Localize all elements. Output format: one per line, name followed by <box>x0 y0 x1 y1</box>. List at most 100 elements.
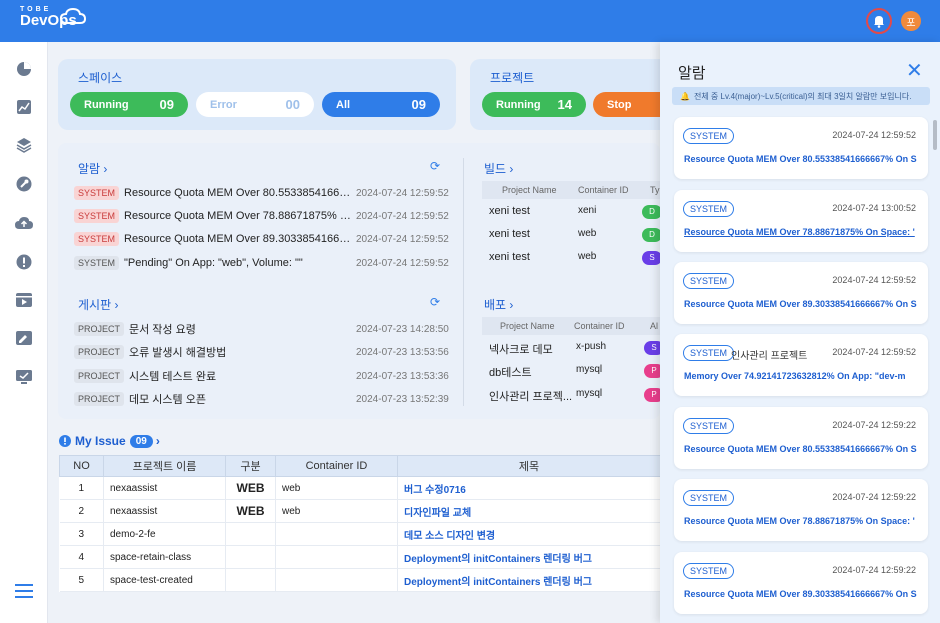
deploy-row[interactable]: 인사관리 프로젝... mysql P <box>482 384 664 406</box>
build-row[interactable]: xeni test web D <box>482 224 662 246</box>
build-row[interactable]: xeni test xeni D <box>482 201 662 223</box>
alarm-card[interactable]: SYSTEM 2024-07-24 12:59:52 Resource Quot… <box>674 262 928 324</box>
board-text: 데모 시스템 오픈 <box>129 394 206 406</box>
board-time: 2024-07-23 14:28:50 <box>356 323 449 335</box>
table-row[interactable]: 1 nexaassist WEB web 버그 수정0716 <box>59 476 661 500</box>
deploy-project: 넥사크로 데모 <box>489 344 553 356</box>
alarm-panel-title: 알람 <box>678 65 706 82</box>
deploy-project: db테스트 <box>489 367 532 379</box>
system-tag: SYSTEM <box>683 563 735 579</box>
cell-title-link[interactable]: Deployment의 initContainers 렌더링 버그 <box>397 568 661 592</box>
system-tag: SYSTEM <box>683 345 735 361</box>
cell-type <box>225 545 276 569</box>
dashboard-pie-icon[interactable] <box>14 59 34 79</box>
build-container: web <box>578 228 597 239</box>
alarm-card[interactable]: SYSTEM 2024-07-24 13:00:52 Resource Quot… <box>674 190 928 252</box>
space-error-count: 00 <box>285 97 300 112</box>
alarm-row[interactable]: SYSTEM Resource Quota MEM Over 89.303385… <box>74 230 449 248</box>
deploy-row[interactable]: db테스트 mysql P <box>482 360 664 382</box>
build-header-project: Project Name <box>502 185 557 195</box>
cell-no: 2 <box>59 499 104 523</box>
bell-small-icon: 🔔 <box>680 91 690 101</box>
alarm-card-message: Resource Quota MEM Over 89.3033854166666… <box>684 299 917 309</box>
board-text: 문서 작성 요령 <box>129 324 196 336</box>
my-issue-count: 09 <box>129 434 153 448</box>
project-title: 프로젝트 <box>490 71 535 85</box>
project-running-pill[interactable]: Running 14 <box>482 92 586 117</box>
alarm-section-title[interactable]: 알람 › <box>78 160 107 177</box>
alarm-card-message: Resource Quota MEM Over 78.88671875% On … <box>684 227 915 237</box>
info-icon <box>59 435 71 447</box>
space-all-pill[interactable]: All 09 <box>322 92 440 117</box>
wrench-icon[interactable] <box>14 174 34 194</box>
media-icon[interactable] <box>14 290 34 310</box>
cell-container: web <box>275 499 398 523</box>
system-tag: SYSTEM <box>74 256 120 270</box>
alarm-notice-text: 전체 중 Lv.4(major)~Lv.5(critical)의 최대 3일치 … <box>693 91 912 101</box>
cloud-upload-icon[interactable] <box>14 213 34 233</box>
space-all-label: All <box>336 98 351 111</box>
alert-icon[interactable] <box>14 252 34 272</box>
cell-type: WEB <box>225 476 276 500</box>
chart-icon[interactable] <box>14 97 34 117</box>
alarm-text: "Pending" On App: "web", Volume: "" <box>124 257 303 269</box>
user-avatar[interactable]: 포 <box>901 11 921 31</box>
cell-title-link[interactable]: 버그 수정0716 <box>397 476 661 500</box>
monitor-icon[interactable] <box>14 367 34 387</box>
close-icon[interactable]: ✕ <box>906 58 923 83</box>
cell-type <box>225 522 276 546</box>
space-error-pill[interactable]: Error 00 <box>196 92 314 117</box>
col-project: 프로젝트 이름 <box>103 455 226 477</box>
alarm-row[interactable]: SYSTEM Resource Quota MEM Over 78.886718… <box>74 207 449 225</box>
project-tag: PROJECT <box>74 369 125 383</box>
deploy-header-al: Al <box>650 321 659 331</box>
alarm-card-time: 2024-07-24 12:59:52 <box>832 130 916 140</box>
edit-board-icon[interactable] <box>14 328 34 348</box>
panel-divider <box>463 158 464 406</box>
col-no: NO <box>59 455 104 477</box>
board-row[interactable]: PROJECT 데모 시스템 오픈 2024-07-23 13:52:39 <box>74 390 449 408</box>
project-running-count: 14 <box>557 97 572 112</box>
project-tag: PROJECT <box>74 322 125 336</box>
table-row[interactable]: 4 space-retain-class Deployment의 initCon… <box>59 545 661 569</box>
table-row[interactable]: 2 nexaassist WEB web 디자인파일 교체 <box>59 499 661 523</box>
cell-title-link[interactable]: 디자인파일 교체 <box>397 499 661 523</box>
deploy-header-container: Container ID <box>574 321 625 331</box>
refresh-board-icon[interactable]: ⟳ <box>430 295 440 309</box>
board-row[interactable]: PROJECT 오류 발생시 해결방법 2024-07-23 13:53:56 <box>74 343 449 361</box>
board-row[interactable]: PROJECT 시스템 테스트 완료 2024-07-23 13:53:36 <box>74 367 449 385</box>
app-logo[interactable]: TOBE DevOps <box>20 6 86 29</box>
board-text: 시스템 테스트 완료 <box>129 371 217 383</box>
cell-title-link[interactable]: 데모 소스 디자인 변경 <box>397 522 661 546</box>
project-running-label: Running <box>496 98 541 111</box>
col-title: 제목 <box>397 455 661 477</box>
my-issue-title[interactable]: My Issue 09 › <box>59 434 160 448</box>
alarm-scrollbar[interactable] <box>933 120 937 150</box>
alarm-card[interactable]: SYSTEM 인사관리 프로젝트 2024-07-24 12:59:52 Mem… <box>674 334 928 396</box>
build-row[interactable]: xeni test web S <box>482 247 662 269</box>
build-section-title[interactable]: 빌드 › <box>484 160 513 177</box>
table-row[interactable]: 5 space-test-created Deployment의 initCon… <box>59 568 661 592</box>
project-tag: PROJECT <box>74 345 125 359</box>
deploy-section-title[interactable]: 배포 › <box>484 296 513 313</box>
table-row[interactable]: 3 demo-2-fe 데모 소스 디자인 변경 <box>59 522 661 546</box>
space-running-label: Running <box>84 98 129 111</box>
notification-bell-button[interactable] <box>866 8 892 34</box>
refresh-alarm-icon[interactable]: ⟳ <box>430 159 440 173</box>
cell-title-link[interactable]: Deployment의 initContainers 렌더링 버그 <box>397 545 661 569</box>
cell-project: nexaassist <box>103 499 226 523</box>
alarm-row[interactable]: SYSTEM Resource Quota MEM Over 80.553385… <box>74 184 449 202</box>
board-row[interactable]: PROJECT 문서 작성 요령 2024-07-23 14:28:50 <box>74 320 449 338</box>
alarm-card[interactable]: SYSTEM 2024-07-24 12:59:22 Resource Quot… <box>674 479 928 541</box>
alarm-card[interactable]: SYSTEM 2024-07-24 12:59:22 Resource Quot… <box>674 407 928 469</box>
deploy-row[interactable]: 넥사크로 데모 x-push S <box>482 337 664 359</box>
layers-icon[interactable] <box>14 135 34 155</box>
menu-hamburger-icon[interactable] <box>14 581 34 601</box>
alarm-card[interactable]: SYSTEM 2024-07-24 12:59:22 Resource Quot… <box>674 552 928 614</box>
space-running-pill[interactable]: Running 09 <box>70 92 188 117</box>
cell-project: demo-2-fe <box>103 522 226 546</box>
alarm-row[interactable]: SYSTEM "Pending" On App: "web", Volume: … <box>74 254 449 272</box>
alarm-card[interactable]: SYSTEM 2024-07-24 12:59:52 Resource Quot… <box>674 117 928 179</box>
alarm-card-time: 2024-07-24 12:59:22 <box>832 565 916 575</box>
board-section-title[interactable]: 게시판 › <box>78 296 118 313</box>
